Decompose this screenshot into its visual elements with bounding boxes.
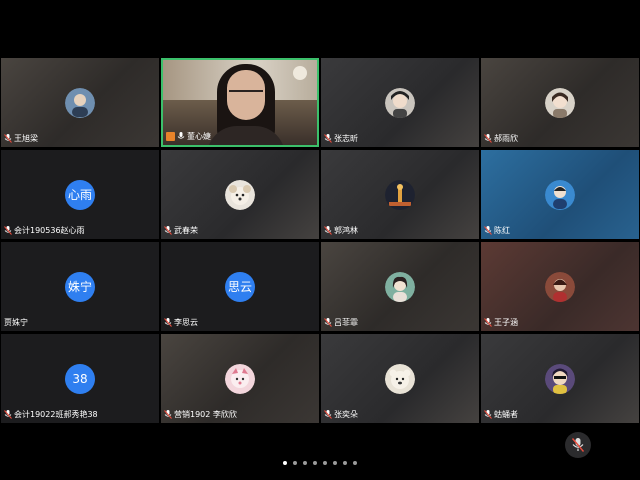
participant-name-bar: 董心婕 <box>166 131 211 142</box>
participant-tile-active-speaker[interactable]: 董心婕 <box>161 58 319 147</box>
participant-tile[interactable]: 38 会计19022班郝秀艳38 <box>1 334 159 423</box>
participant-avatar <box>65 87 95 118</box>
mic-muted-icon <box>571 438 585 452</box>
participant-avatar <box>385 271 415 302</box>
participant-tile[interactable]: 武春荣 <box>161 150 319 239</box>
page-dot[interactable] <box>343 461 347 465</box>
participant-name: 营销1902 李欣欣 <box>174 410 237 419</box>
mic-muted-icon <box>484 410 492 419</box>
participant-name-bar: 营销1902 李欣欣 <box>164 409 237 420</box>
participant-name-bar: 郝雨欣 <box>484 133 518 144</box>
page-dot[interactable] <box>353 461 357 465</box>
participant-name: 郭鸿林 <box>334 226 358 235</box>
participant-tile[interactable]: 张志昕 <box>321 58 479 147</box>
mic-muted-icon <box>324 318 332 327</box>
participant-avatar <box>225 179 255 210</box>
page-dot[interactable] <box>333 461 337 465</box>
page-dot[interactable] <box>313 461 317 465</box>
participant-text-avatar: 姝宁 <box>65 271 95 302</box>
participant-name-bar: 武春荣 <box>164 225 198 236</box>
mic-icon <box>177 132 185 141</box>
participant-tile[interactable]: 营销1902 李欣欣 <box>161 334 319 423</box>
participant-tile[interactable]: 姝宁 贾姝宁 <box>1 242 159 331</box>
mute-button[interactable] <box>565 432 591 458</box>
mic-muted-icon <box>484 318 492 327</box>
mic-muted-icon <box>164 318 172 327</box>
participant-tile[interactable]: 郝雨欣 <box>481 58 639 147</box>
participant-text-avatar: 心雨 <box>65 179 95 210</box>
participant-name: 王旭梁 <box>14 134 38 143</box>
mic-muted-icon <box>4 134 12 143</box>
participant-name-bar: 蛄蛹者 <box>484 409 518 420</box>
participant-avatar <box>385 179 415 210</box>
mic-muted-icon <box>164 410 172 419</box>
participant-name: 会计19022班郝秀艳38 <box>14 410 98 419</box>
participant-avatar <box>545 179 575 210</box>
participant-grid: 王旭梁 董心婕 张志昕 郝雨欣 心雨 会计190536赵心雨 武春荣 郭鸿林 陈… <box>0 58 640 423</box>
participant-avatar <box>225 363 255 394</box>
participant-name-bar: 郭鸿林 <box>324 225 358 236</box>
participant-tile[interactable]: 王子涵 <box>481 242 639 331</box>
participant-tile[interactable]: 张奕朵 <box>321 334 479 423</box>
mic-muted-icon <box>484 226 492 235</box>
participant-avatar <box>385 363 415 394</box>
participant-name: 吕菲霏 <box>334 318 358 327</box>
participant-name: 张志昕 <box>334 134 358 143</box>
participant-name: 张奕朵 <box>334 410 358 419</box>
mic-muted-icon <box>4 410 12 419</box>
participant-name: 陈红 <box>494 226 510 235</box>
participant-name: 蛄蛹者 <box>494 410 518 419</box>
participant-name-bar: 吕菲霏 <box>324 317 358 328</box>
participant-tile[interactable]: 蛄蛹者 <box>481 334 639 423</box>
mic-muted-icon <box>324 410 332 419</box>
host-badge-icon <box>166 132 175 141</box>
mic-muted-icon <box>324 226 332 235</box>
participant-name-bar: 王子涵 <box>484 317 518 328</box>
participant-name: 武春荣 <box>174 226 198 235</box>
mic-muted-icon <box>164 226 172 235</box>
participant-name-bar: 陈红 <box>484 225 510 236</box>
participant-name: 王子涵 <box>494 318 518 327</box>
participant-tile[interactable]: 王旭梁 <box>1 58 159 147</box>
participant-avatar <box>545 271 575 302</box>
page-dot[interactable] <box>323 461 327 465</box>
mic-muted-icon <box>4 226 12 235</box>
page-dot[interactable] <box>303 461 307 465</box>
participant-name-bar: 会计19022班郝秀艳38 <box>4 409 98 420</box>
participant-text-avatar: 38 <box>65 363 95 394</box>
participant-name-bar: 张奕朵 <box>324 409 358 420</box>
participant-name-bar: 会计190536赵心雨 <box>4 225 85 236</box>
participant-name: 郝雨欣 <box>494 134 518 143</box>
participant-name-bar: 王旭梁 <box>4 133 38 144</box>
participant-tile[interactable]: 心雨 会计190536赵心雨 <box>1 150 159 239</box>
participant-tile[interactable]: 吕菲霏 <box>321 242 479 331</box>
participant-text-avatar: 思云 <box>225 271 255 302</box>
participant-avatar <box>545 87 575 118</box>
participant-tile[interactable]: 陈红 <box>481 150 639 239</box>
participant-name-bar: 李思云 <box>164 317 198 328</box>
mic-muted-icon <box>324 134 332 143</box>
participant-name-bar: 张志昕 <box>324 133 358 144</box>
page-dot[interactable] <box>283 461 287 465</box>
participant-name: 贾姝宁 <box>4 318 28 327</box>
participant-name: 会计190536赵心雨 <box>14 226 85 235</box>
participant-tile[interactable]: 郭鸿林 <box>321 150 479 239</box>
participant-tile[interactable]: 思云 李思云 <box>161 242 319 331</box>
participant-name: 李思云 <box>174 318 198 327</box>
page-dot[interactable] <box>293 461 297 465</box>
participant-avatar <box>545 363 575 394</box>
mic-muted-icon <box>484 134 492 143</box>
participant-name-bar: 贾姝宁 <box>4 317 28 328</box>
page-indicator[interactable] <box>0 461 640 467</box>
participant-name: 董心婕 <box>187 132 211 141</box>
participant-avatar <box>385 87 415 118</box>
